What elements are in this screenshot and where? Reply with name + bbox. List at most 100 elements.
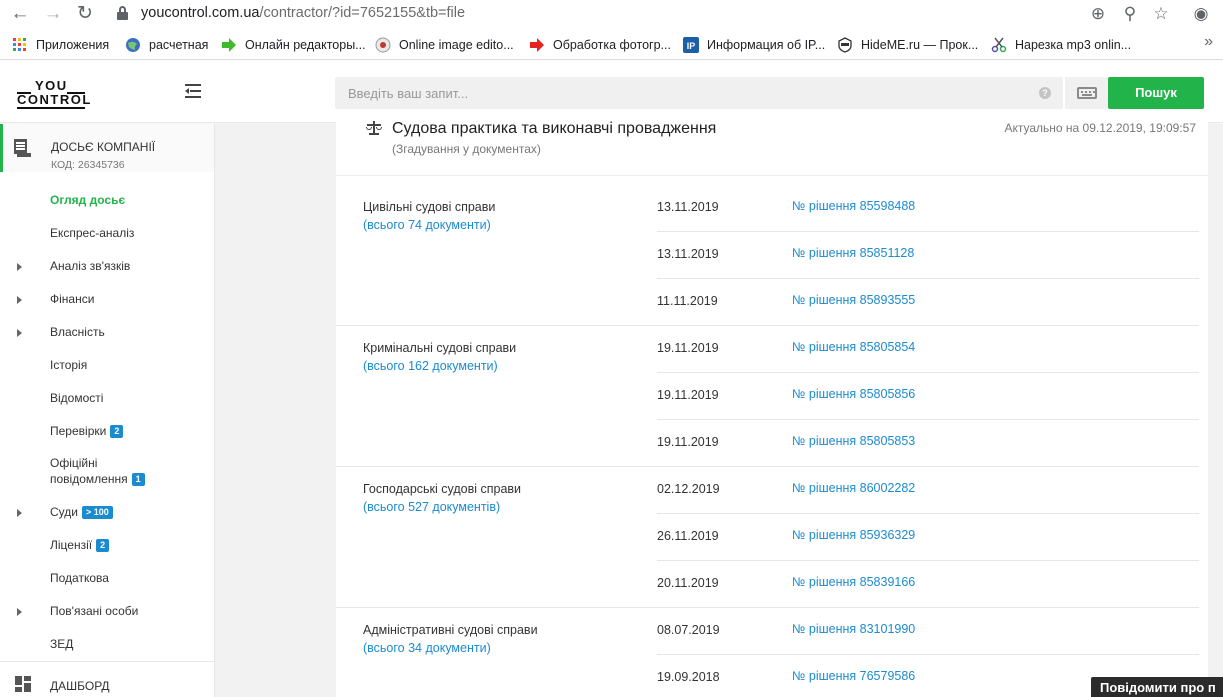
bookmark-mp3-cut[interactable]: Нарезка mp3 onlin... [991, 36, 1131, 54]
decision-link[interactable]: № рішення 85839166 [792, 575, 915, 589]
dossier-title: ДОСЬЄ КОМПАНІЇ [51, 140, 156, 154]
decision-link[interactable]: № рішення 85805856 [792, 387, 915, 401]
expand-arrow-icon[interactable] [17, 608, 22, 616]
bookmark-label: Приложения [36, 38, 110, 52]
sidebar-item-label-wrap: Ліцензії 2 [50, 538, 110, 552]
help-icon[interactable]: ? [1039, 87, 1051, 99]
expand-arrow-icon[interactable] [17, 509, 22, 517]
browser-toolbar: ← → ↻ youcontrol.com.ua/contractor/?id=7… [0, 0, 1223, 28]
youcontrol-logo[interactable]: YOU CONTROL [17, 78, 90, 109]
sidebar-item-label: Перевірки [50, 424, 107, 438]
decision-link[interactable]: № рішення 85805853 [792, 434, 915, 448]
decision-link[interactable]: № рішення 85936329 [792, 528, 915, 542]
decision-link[interactable]: № рішення 85893555 [792, 293, 915, 307]
bookmark-ip-info[interactable]: IP Информация об IP... [683, 36, 825, 54]
expand-arrow-icon[interactable] [17, 263, 22, 271]
category-total-link[interactable]: (всього 162 документи) [363, 359, 516, 373]
bookmark-label: Нарезка mp3 onlin... [1015, 38, 1132, 52]
row-divider [657, 278, 1199, 279]
bookmark-label: Онлайн редакторы... [245, 38, 366, 52]
actuality-timestamp: Актуально на 09.12.2019, 19:09:57 [1004, 121, 1196, 135]
bookmark-hideme[interactable]: HideME.ru — Прок... [837, 36, 978, 54]
category-name: Господарські судові справи [363, 482, 522, 496]
sidebar-item-finances[interactable]: Фінанси [0, 288, 214, 310]
zoom-in-icon[interactable]: ⊕ [1087, 4, 1109, 24]
sidebar-item-info[interactable]: Відомості [0, 387, 214, 409]
reload-icon[interactable]: ↻ [75, 4, 95, 24]
row-date: 19.09.2018 [657, 670, 720, 684]
search-input[interactable] [348, 77, 1028, 109]
search-field: ? [335, 77, 1063, 109]
category-commercial: Господарські судові справи (всього 527 д… [363, 482, 521, 514]
sidebar-item-licenses[interactable]: Ліцензії 2 [0, 534, 214, 556]
category-total-link[interactable]: (всього 74 документи) [363, 218, 495, 232]
bookmark-image-editor[interactable]: Online image edito... [375, 36, 514, 54]
virtual-keyboard-button[interactable] [1064, 77, 1108, 109]
collapse-menu-icon[interactable] [185, 84, 201, 98]
lock-icon[interactable] [117, 6, 128, 20]
row-date: 08.07.2019 [657, 623, 720, 637]
zoom-search-icon[interactable]: ⚲ [1119, 4, 1141, 24]
sidebar-item-ownership[interactable]: Власність [0, 321, 214, 343]
bookmark-photo-processing[interactable]: Обработка фотогр... [529, 36, 671, 54]
decision-link[interactable]: № рішення 85598488 [792, 199, 915, 213]
row-date: 19.11.2019 [657, 341, 719, 355]
category-administrative: Адміністративні судові справи (всього 34… [363, 623, 538, 655]
category-criminal: Кримінальні судові справи (всього 162 до… [363, 341, 516, 373]
bookmark-apps[interactable]: Приложения [12, 36, 109, 54]
expand-arrow-icon[interactable] [17, 296, 22, 304]
forward-arrow-icon[interactable]: → [43, 4, 63, 24]
bookmark-raschetnaya[interactable]: расчетная [125, 36, 208, 54]
sidebar-item-label: Фінанси [50, 292, 95, 306]
red-arrow-icon [529, 37, 545, 53]
section-title: Судова практика та виконавчі провадження [392, 120, 717, 137]
bookmark-label: расчетная [149, 38, 209, 52]
row-date: 20.11.2019 [657, 576, 719, 590]
sidebar-item-label: Експрес-аналіз [50, 226, 135, 240]
decision-link[interactable]: № рішення 85851128 [792, 246, 914, 260]
decision-link[interactable]: № рішення 86002282 [792, 481, 915, 495]
count-badge: 2 [96, 539, 110, 552]
dashboard-label: ДАШБОРД [50, 679, 110, 693]
ninja-icon [837, 37, 853, 53]
bookmarks-overflow-icon[interactable]: » [1204, 33, 1213, 51]
sidebar-item-label: Суди [50, 505, 78, 519]
sidebar-item-history[interactable]: Історія [0, 354, 214, 376]
address-bar[interactable]: youcontrol.com.ua/contractor/?id=7652155… [141, 5, 465, 21]
sidebar-company-dossier[interactable]: ДОСЬЄ КОМПАНІЇ КОД: 26345736 [0, 124, 214, 172]
expand-arrow-icon[interactable] [17, 329, 22, 337]
globe-extension-icon[interactable]: ◉ [1190, 4, 1212, 24]
sidebar-item-inspections[interactable]: Перевірки 2 [0, 420, 214, 442]
row-divider [657, 654, 1199, 655]
bookmark-star-icon[interactable]: ☆ [1150, 4, 1172, 24]
apps-grid-icon [12, 37, 28, 53]
search-button[interactable]: Пошук [1108, 77, 1204, 109]
sidebar-dashboard[interactable]: ДАШБОРД [0, 676, 214, 697]
sidebar-item-label-wrap: Офіційні повідомлення 1 [50, 455, 145, 487]
sidebar-item-courts[interactable]: Суди > 100 [0, 501, 214, 523]
category-divider [336, 325, 1199, 326]
row-divider [657, 372, 1199, 373]
sidebar-item-overview[interactable]: Огляд досьє [0, 189, 214, 211]
sidebar-item-foreign-trade[interactable]: ЗЕД [0, 633, 214, 655]
section-subtitle: (Згадування у документах) [392, 142, 541, 156]
decision-link[interactable]: № рішення 83101990 [792, 622, 915, 636]
sidebar-item-tax[interactable]: Податкова [0, 567, 214, 589]
sidebar-item-label: Пов'язані особи [50, 604, 139, 618]
report-issue-button[interactable]: Повідомити про п [1091, 677, 1223, 697]
back-arrow-icon[interactable]: ← [10, 4, 30, 24]
sidebar-item-express-analysis[interactable]: Експрес-аналіз [0, 222, 214, 244]
sidebar-item-official-notices[interactable]: Офіційні повідомлення 1 [0, 453, 214, 489]
bookmark-online-editors[interactable]: Онлайн редакторы... [221, 36, 366, 54]
bookmark-label: Информация об IP... [707, 38, 826, 52]
sidebar-item-related-persons[interactable]: Пов'язані особи [0, 600, 214, 622]
bookmark-label: HideME.ru — Прок... [861, 38, 979, 52]
category-civil: Цивільні судові справи (всього 74 докуме… [363, 200, 495, 232]
sidebar-item-links-analysis[interactable]: Аналіз зв'язків [0, 255, 214, 277]
category-total-link[interactable]: (всього 34 документи) [363, 641, 538, 655]
sidebar-item-label: Власність [50, 325, 105, 339]
category-total-link[interactable]: (всього 527 документів) [363, 500, 521, 514]
decision-link[interactable]: № рішення 76579586 [792, 669, 915, 683]
decision-link[interactable]: № рішення 85805854 [792, 340, 915, 354]
url-host: youcontrol.com.ua [141, 5, 260, 21]
